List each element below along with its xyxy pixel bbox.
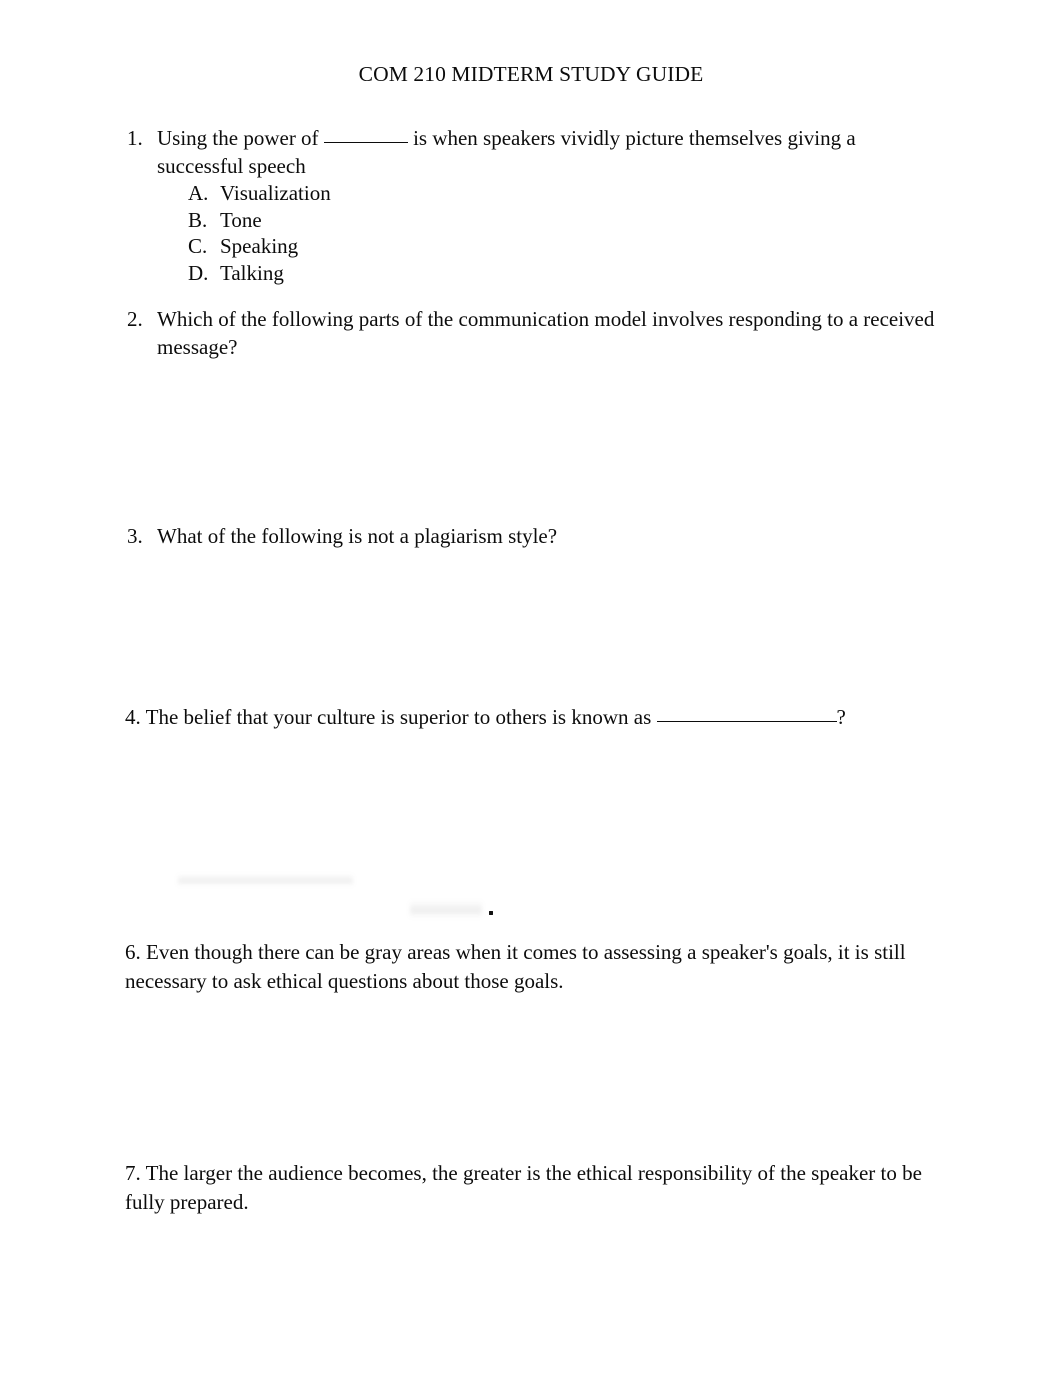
question-6: 6. Even though there can be gray areas w…: [125, 940, 906, 993]
question-1-option-d[interactable]: D. Talking: [188, 260, 887, 287]
question-2-number: 2.: [127, 307, 143, 331]
erased-text-smudge-lower: [410, 900, 482, 918]
question-1-text: Using the power of is when speakers vivi…: [157, 124, 887, 180]
option-b-letter: B.: [188, 207, 208, 232]
option-c-letter: C.: [188, 234, 208, 258]
question-2: 2. Which of the following parts of the c…: [127, 305, 937, 361]
option-b-label: Tone: [220, 207, 262, 232]
question-1-text-before-blank: Using the power of: [157, 126, 324, 150]
question-4-fill-blank[interactable]: [656, 707, 837, 722]
question-1-block: 1. Using the power of is when speakers v…: [127, 124, 887, 286]
question-1: 1. Using the power of is when speakers v…: [127, 124, 887, 286]
erased-text-smudge-upper: [178, 874, 353, 886]
question-1-option-c[interactable]: C. Speaking: [188, 233, 887, 260]
question-4: 4. The belief that your culture is super…: [125, 703, 955, 732]
question-1-options: A. Visualization B. Tone C. Speaking D. …: [157, 180, 887, 286]
question-3: 3. What of the following is not a plagia…: [127, 522, 937, 550]
option-d-label: Talking: [220, 260, 284, 285]
question-3-text: What of the following is not a plagiaris…: [157, 524, 558, 548]
question-2-text: Which of the following parts of the comm…: [157, 307, 935, 359]
option-a-label: Visualization: [220, 181, 331, 205]
question-4-text-before-blank: 4. The belief that your culture is super…: [125, 705, 657, 729]
document-page: COM 210 MIDTERM STUDY GUIDE 1. Using the…: [0, 0, 1062, 1377]
question-2-block: 2. Which of the following parts of the c…: [127, 305, 937, 361]
option-d-letter: D.: [188, 260, 209, 285]
question-7: 7. The larger the audience becomes, the …: [125, 1161, 922, 1214]
option-c-label: Speaking: [220, 234, 299, 258]
question-3-block: 3. What of the following is not a plagia…: [127, 522, 937, 550]
question-4-text-after-blank: ?: [836, 705, 846, 729]
question-1-option-a[interactable]: A. Visualization: [188, 180, 887, 207]
question-1-number: 1.: [127, 126, 143, 150]
option-a-letter: A.: [188, 181, 209, 205]
question-1-fill-blank[interactable]: [323, 128, 408, 143]
erased-text-period: [489, 911, 493, 915]
page-title: COM 210 MIDTERM STUDY GUIDE: [358, 62, 704, 86]
question-3-number: 3.: [127, 524, 143, 548]
erased-question-5-region: [120, 860, 620, 940]
question-1-option-b[interactable]: B. Tone: [188, 207, 887, 234]
